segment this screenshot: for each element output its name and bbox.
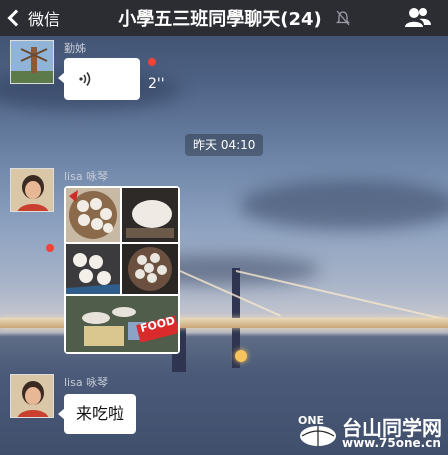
voice-duration: 2'' [148,76,165,92]
avatar[interactable] [10,40,54,84]
text-message-bubble[interactable]: 来吃啦 [57,394,137,434]
chat-header: 微信 小學五三班同學聊天(24) [0,0,448,36]
bell-muted-icon [336,10,350,26]
sender-name: lisa 咏琴 [64,170,109,183]
site-url: www.75one.cn [342,436,441,450]
chevron-left-icon [7,9,25,27]
image-message[interactable]: FOOD [64,186,180,354]
voice-message-bubble[interactable] [58,58,140,100]
voice-wave-icon [79,72,91,86]
site-logo: ONE [298,414,336,446]
unread-dot [148,58,156,66]
avatar[interactable] [10,168,54,212]
chat-title: 小學五三班同學聊天(24) [118,9,322,30]
sender-name: 勤姊 [64,42,86,55]
avatar[interactable] [10,374,54,418]
sender-name: lisa 咏琴 [64,376,109,389]
background-cloud [240,180,448,230]
timestamp-divider: 昨天 04:10 [185,134,264,156]
food-photo [66,244,120,294]
food-photo [122,188,178,242]
back-label: 微信 [28,10,61,29]
food-photo [122,244,178,294]
back-button[interactable]: 微信 [7,6,61,30]
group-members-icon[interactable] [404,6,432,30]
food-photo: FOOD [66,296,178,352]
svg-text:ONE: ONE [298,414,324,427]
unread-dot [46,244,54,252]
moon [235,350,247,362]
food-photo [66,188,120,242]
